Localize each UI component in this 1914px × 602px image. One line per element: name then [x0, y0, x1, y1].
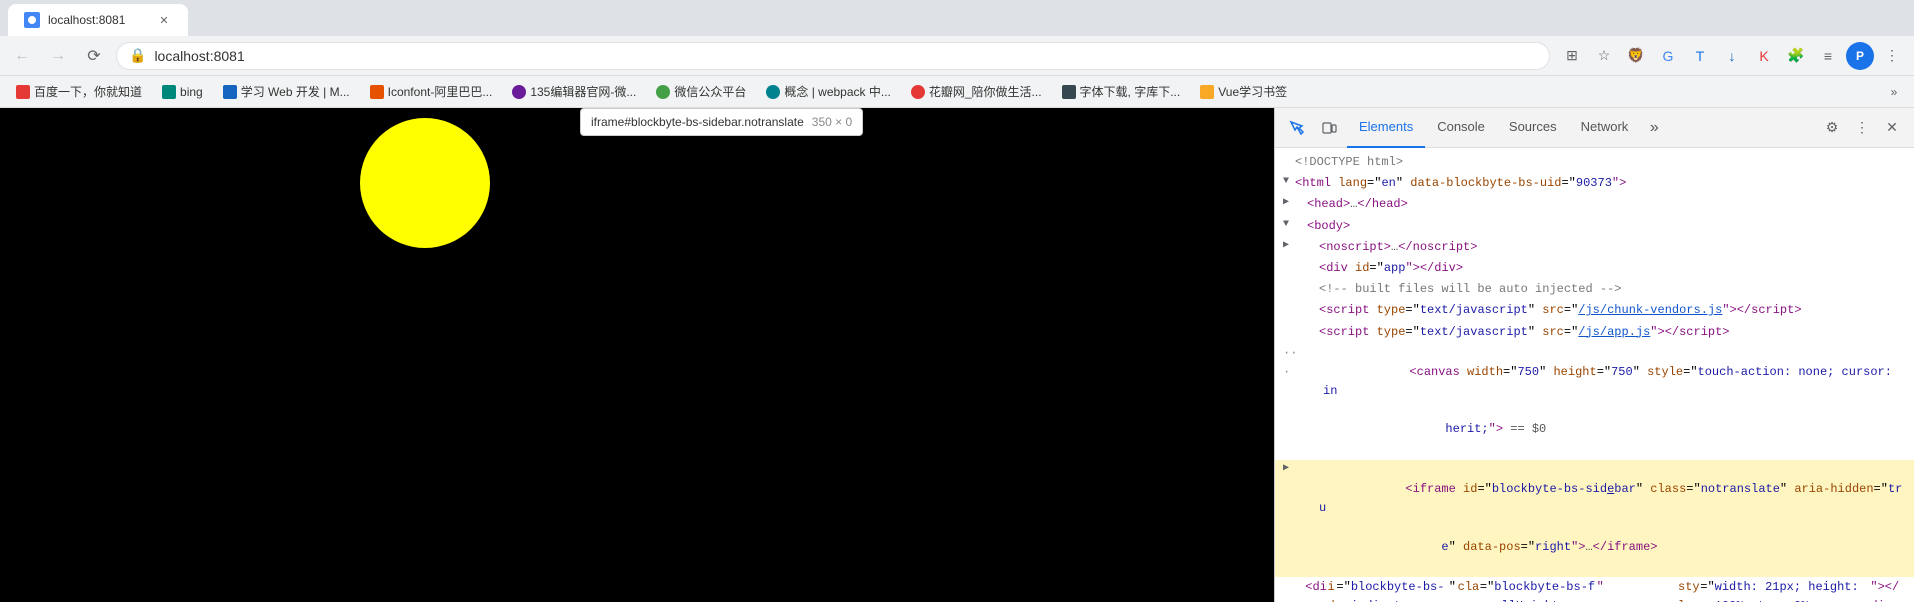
bookmark-favicon: [512, 85, 526, 99]
bookmark-label: 概念 | webpack 中...: [784, 83, 890, 100]
nav-actions: ⊞ ☆ 🦁 G T ↓ K 🧩 ≡ P ⋮: [1558, 42, 1906, 70]
devtools-settings-button[interactable]: ⚙: [1818, 114, 1846, 142]
bookmark-star-icon[interactable]: ☆: [1590, 42, 1618, 70]
bookmark-label: 字体下载, 字库下...: [1080, 83, 1181, 100]
reload-button[interactable]: ⟳: [80, 42, 108, 70]
bookmark-bing[interactable]: bing: [154, 83, 211, 101]
dom-canvas-line[interactable]: ··· <canvas width="750" height="750" sty…: [1275, 343, 1914, 460]
lock-icon: 🔒: [129, 47, 146, 64]
bookmark-135editor[interactable]: 135编辑器官网-微...: [504, 81, 644, 102]
bookmark-favicon: [1200, 85, 1214, 99]
url-text: localhost:8081: [154, 48, 1537, 64]
translate2-icon[interactable]: T: [1686, 42, 1714, 70]
bookmark-mdn[interactable]: 学习 Web 开发 | M...: [215, 81, 358, 102]
bookmark-webpack[interactable]: 概念 | webpack 中...: [758, 81, 898, 102]
tab-bar: localhost:8081 ✕: [0, 0, 1914, 36]
dom-script-vendors-line[interactable]: <script type="text/javascript" src="/js/…: [1275, 300, 1914, 321]
nav-bar: ← → ⟳ 🔒 localhost:8081 ⊞ ☆ 🦁 G T ↓ K 🧩 ≡…: [0, 36, 1914, 76]
devtools-tab-sources[interactable]: Sources: [1497, 108, 1569, 148]
dom-indicator-div-line[interactable]: <div id="blockbyte-bs-indicator" class="…: [1275, 577, 1914, 602]
profile-icon[interactable]: ≡: [1814, 42, 1842, 70]
dom-body-open-line[interactable]: ▼ <body>: [1275, 216, 1914, 237]
bookmark-favicon: [162, 85, 176, 99]
devtools-dom-tree: <!DOCTYPE html> ▼ <html lang="en" data-b…: [1275, 148, 1914, 602]
yellow-circle: [360, 118, 490, 248]
browser-window: localhost:8081 ✕ ← → ⟳ 🔒 localhost:8081 …: [0, 0, 1914, 602]
bookmark-favicon: [223, 85, 237, 99]
devtools-right-actions: ⚙ ⋮ ✕: [1818, 114, 1906, 142]
chunk-vendors-link[interactable]: /js/chunk-vendors.js: [1578, 301, 1722, 320]
device-toolbar-button[interactable]: [1315, 114, 1343, 142]
user-avatar[interactable]: P: [1846, 42, 1874, 70]
download-icon[interactable]: ↓: [1718, 42, 1746, 70]
bookmark-favicon: [766, 85, 780, 99]
bookmark-label: 微信公众平台: [674, 83, 746, 100]
bookmark-iconfont[interactable]: Iconfont-阿里巴巴...: [362, 81, 501, 102]
element-tooltip: iframe#blockbyte-bs-sidebar.notranslate …: [580, 108, 863, 136]
app-js-link[interactable]: /js/app.js: [1578, 323, 1650, 342]
devtools-close-button[interactable]: ✕: [1878, 114, 1906, 142]
devtools-tab-network[interactable]: Network: [1569, 108, 1641, 148]
devtools-more-button[interactable]: ⋮: [1848, 114, 1876, 142]
bookmark-label: Vue学习书签: [1218, 83, 1287, 100]
tooltip-size: 350 × 0: [812, 115, 852, 129]
google-icon[interactable]: G: [1654, 42, 1682, 70]
bookmark-label: 135编辑器官网-微...: [530, 83, 636, 100]
dom-script-app-line[interactable]: <script type="text/javascript" src="/js/…: [1275, 322, 1914, 343]
bookmark-label: Iconfont-阿里巴巴...: [388, 83, 493, 100]
bookmark-huaban[interactable]: 花瓣网_陪你做生活...: [903, 81, 1050, 102]
tooltip-element-name: iframe#blockbyte-bs-sidebar.notranslate: [591, 115, 804, 129]
devtools-toolbar: Elements Console Sources Network » ⚙ ⋮ ✕: [1275, 108, 1914, 148]
inspect-element-button[interactable]: [1283, 114, 1311, 142]
tab-favicon: [24, 12, 40, 28]
dom-head-line[interactable]: ▶ <head>…</head>: [1275, 194, 1914, 215]
bookmark-label: 学习 Web 开发 | M...: [241, 83, 350, 100]
kantu-icon[interactable]: K: [1750, 42, 1778, 70]
bookmark-wechat[interactable]: 微信公众平台: [648, 81, 754, 102]
address-bar[interactable]: 🔒 localhost:8081: [116, 42, 1550, 70]
bookmark-favicon: [656, 85, 670, 99]
bookmarks-bar: 百度一下，你就知道 bing 学习 Web 开发 | M... Iconfont…: [0, 76, 1914, 108]
tab-close-button[interactable]: ✕: [156, 12, 172, 28]
extensions-icon[interactable]: 🧩: [1782, 42, 1810, 70]
devtools-tabs: Elements Console Sources Network »: [1347, 108, 1814, 148]
bookmark-label: 百度一下，你就知道: [34, 83, 142, 100]
brave-icon[interactable]: 🦁: [1622, 42, 1650, 70]
more-options-icon[interactable]: ⋮: [1878, 42, 1906, 70]
bookmarks-more-button[interactable]: »: [1882, 80, 1906, 104]
dom-doctype-line[interactable]: <!DOCTYPE html>: [1275, 152, 1914, 173]
dom-html-line[interactable]: ▼ <html lang="en" data-blockbyte-bs-uid=…: [1275, 173, 1914, 194]
back-button[interactable]: ←: [8, 42, 36, 70]
dom-comment-line[interactable]: <!-- built files will be auto injected -…: [1275, 279, 1914, 300]
bookmark-fonts[interactable]: 字体下载, 字库下...: [1054, 81, 1189, 102]
bookmark-favicon: [911, 85, 925, 99]
devtools-tab-elements[interactable]: Elements: [1347, 108, 1425, 148]
dom-app-div-line[interactable]: <div id="app"></div>: [1275, 258, 1914, 279]
devtools-more-tabs-button[interactable]: »: [1640, 114, 1668, 142]
bookmark-baidu[interactable]: 百度一下，你就知道: [8, 81, 150, 102]
three-dots-icon: ···: [1283, 344, 1303, 382]
translate-icon[interactable]: ⊞: [1558, 42, 1586, 70]
dom-noscript-line[interactable]: ▶ <noscript>…</noscript>: [1275, 237, 1914, 258]
forward-button[interactable]: →: [44, 42, 72, 70]
bookmark-favicon: [370, 85, 384, 99]
dom-iframe-line[interactable]: ▶ <iframe id="blockbyte-bs-sidebar" clas…: [1275, 460, 1914, 577]
browser-tab[interactable]: localhost:8081 ✕: [8, 4, 188, 36]
bookmark-favicon: [1062, 85, 1076, 99]
webpage-area: iframe#blockbyte-bs-sidebar.notranslate …: [0, 108, 1274, 602]
bookmark-label: 花瓣网_陪你做生活...: [929, 83, 1042, 100]
bookmark-vue[interactable]: Vue学习书签: [1192, 81, 1295, 102]
bookmark-favicon: [16, 85, 30, 99]
tab-title: localhost:8081: [48, 13, 148, 27]
main-content: iframe#blockbyte-bs-sidebar.notranslate …: [0, 108, 1914, 602]
devtools-tab-console[interactable]: Console: [1425, 108, 1497, 148]
devtools-panel: Elements Console Sources Network » ⚙ ⋮ ✕: [1274, 108, 1914, 602]
bookmark-label: bing: [180, 85, 203, 99]
